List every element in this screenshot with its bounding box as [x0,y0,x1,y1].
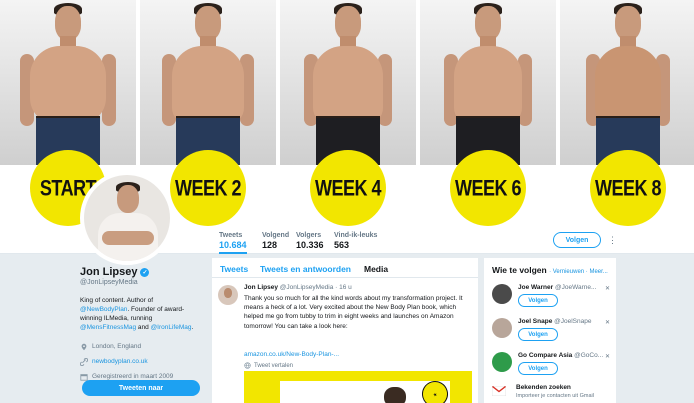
location-text: London, England [92,343,142,350]
wtf-heading: Wie te volgen [492,265,547,275]
profile-avatar[interactable] [80,171,174,265]
tweet-link[interactable]: amazon.co.uk/New-Body-Plan-... [244,351,339,358]
suggestion-avatar[interactable] [492,352,512,372]
tweet-media-image[interactable]: ★ [244,371,472,403]
banner-label-week-8: WEEK 8 [590,150,666,226]
wtf-refresh-link[interactable]: · Vernieuwen · Meer... [549,269,608,275]
stat-value: 563 [334,240,350,250]
banner-photo-start [0,0,136,165]
twitter-profile-page: START WEEK 2 WEEK 4 WEEK 6 WEEK 8 Tweets… [0,0,694,403]
banner-photo-week-2 [140,0,276,165]
tweet-header: Jon Lipsey @JonLipseyMedia · 16 u [244,284,352,291]
timeline: Tweets Tweets en antwoorden Media Jon Li… [212,258,478,403]
suggestion-name[interactable]: Joe Warner @JoeWarne... [518,284,614,291]
bio-text: King of content. Author of [80,297,153,304]
stat-label: Volgers [296,232,322,239]
translate-tweet[interactable]: Tweet vertalen [244,362,293,369]
suggestion-item: Go Compare Asia @GoCo... Volgen ✕ [484,350,616,384]
bio-text: and [137,324,149,331]
banner-label-week-6: WEEK 6 [450,150,526,226]
stat-value: 10.684 [219,240,247,250]
translate-label: Tweet vertalen [254,362,294,369]
suggestion-avatar[interactable] [492,284,512,304]
profile-bio: King of content. Author of @NewBodyPlan.… [80,296,200,332]
stat-value: 10.336 [296,240,324,250]
globe-icon [244,362,251,369]
profile-handle[interactable]: @JonLipseyMedia [80,279,210,286]
dismiss-icon[interactable]: ✕ [605,353,610,360]
tweet-to-button[interactable]: Tweeten naar [82,380,200,396]
gmail-icon [492,386,506,396]
tab-tweets-and-replies[interactable]: Tweets en antwoorden [260,264,351,274]
profile-location: London, England [80,340,210,353]
dismiss-icon[interactable]: ✕ [605,319,610,326]
tab-tweets[interactable]: Tweets [220,264,248,274]
stat-tweets[interactable]: Tweets 10.684 [219,232,247,254]
who-to-follow-panel: Wie te volgen · Vernieuwen · Meer... Joe… [484,258,616,403]
verified-badge-icon: ✓ [140,267,150,277]
bio-text: . [191,324,194,331]
banner-photo-week-8 [560,0,694,165]
tweet-text: Thank you so much for all the kind words… [244,295,463,330]
banner-photo-week-4 [280,0,416,165]
stat-followers[interactable]: Volgers 10.336 [296,232,324,250]
find-friends-title: Bekenden zoeken [516,384,571,391]
suggestion-item: Joe Warner @JoeWarne... Volgen ✕ [484,282,616,316]
stat-label: Volgend [262,232,290,239]
link-icon [80,357,88,366]
profile-name-row: Jon Lipsey ✓ [80,266,210,278]
profile-website: newbodyplan.co.uk [80,355,210,368]
suggestion-avatar[interactable] [492,318,512,338]
book-cover-photo [384,387,406,403]
banner-photo-week-6 [420,0,556,165]
stat-label: Vind-ik-leuks [334,232,378,239]
tweet-time[interactable]: · 16 u [335,284,352,291]
tweet-author-handle[interactable]: @JonLipseyMedia [280,284,334,291]
tweet-avatar[interactable] [218,285,238,305]
profile-name[interactable]: Jon Lipsey [80,266,137,278]
who-to-follow-title: Wie te volgen · Vernieuwen · Meer... [492,265,608,275]
location-pin-icon [81,343,87,350]
suggestion-name[interactable]: Go Compare Asia @GoCo... [518,352,614,359]
bio-link-ironlifemag[interactable]: @IronLifeMag [151,324,192,331]
banner-label-week-2: WEEK 2 [170,150,246,226]
stat-likes[interactable]: Vind-ik-leuks 563 [334,232,377,250]
timeline-tabs: Tweets Tweets en antwoorden Media [212,258,478,278]
calendar-icon [80,373,88,381]
suggestion-name[interactable]: Joel Snape @JoelSnape [518,318,614,325]
suggestion-follow-button[interactable]: Volgen [518,362,558,375]
banner-label-week-4: WEEK 4 [310,150,386,226]
dismiss-icon[interactable]: ✕ [605,285,610,292]
tweet-author-name[interactable]: Jon Lipsey [244,284,278,291]
find-friends-subtitle: Importeer je contacten uit Gmail [516,393,594,399]
bio-link-newbodyplan[interactable]: @NewBodyPlan [80,306,127,313]
suggestion-item: Joel Snape @JoelSnape Volgen ✕ [484,316,616,350]
bio-link-mensfitnessmag[interactable]: @MensFitnessMag [80,324,136,331]
more-options-icon[interactable]: ⋮ [608,234,617,246]
stat-label: Tweets [219,232,243,239]
suggestion-follow-button[interactable]: Volgen [518,328,558,341]
suggestion-follow-button[interactable]: Volgen [518,294,558,307]
stat-following[interactable]: Volgend 128 [262,232,289,250]
tab-media[interactable]: Media [364,264,388,274]
joined-text: Geregistreerd in maart 2009 [92,373,174,380]
follow-button[interactable]: Volgen [553,232,601,248]
profile-info: Jon Lipsey ✓ @JonLipseyMedia King of con… [80,266,210,383]
stat-value: 128 [262,240,278,250]
website-link[interactable]: newbodyplan.co.uk [92,358,148,365]
